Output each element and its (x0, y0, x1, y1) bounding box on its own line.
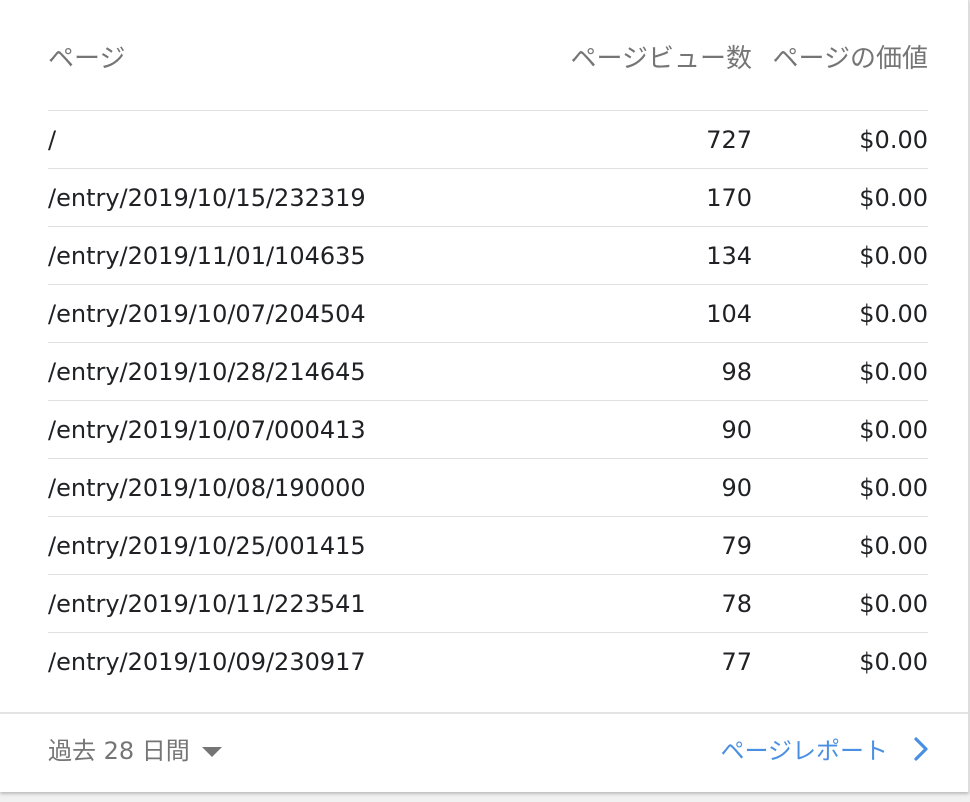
table-row: /entry/2019/11/01/104635 134 $0.00 (48, 227, 928, 285)
page-path-cell: /entry/2019/10/07/204504 (48, 300, 366, 328)
page-value-cell: $0.00 (859, 532, 928, 560)
page-value-cell: $0.00 (859, 126, 928, 154)
table-row: /entry/2019/10/25/001415 79 $0.00 (48, 517, 928, 575)
pageviews-cell: 727 (706, 126, 752, 154)
page-value-cell: $0.00 (859, 474, 928, 502)
top-pages-table: ページ ページビュー数 ページの価値 / 727 $0.00 /entry/20… (48, 0, 928, 690)
pageviews-cell: 134 (706, 242, 752, 270)
table-row: /entry/2019/10/11/223541 78 $0.00 (48, 575, 928, 633)
page-report-link[interactable]: ページレポート (720, 736, 928, 768)
table-row: / 727 $0.00 (48, 111, 928, 169)
page-path-cell: /entry/2019/10/08/190000 (48, 474, 366, 502)
caret-down-icon (201, 747, 222, 757)
table-row: /entry/2019/10/15/232319 170 $0.00 (48, 169, 928, 227)
pageviews-cell: 170 (706, 184, 752, 212)
page-value-cell: $0.00 (859, 416, 928, 444)
page-path-cell: /entry/2019/10/15/232319 (48, 184, 366, 212)
column-header-page: ページ (48, 44, 126, 74)
column-header-page-value: ページの価値 (772, 44, 928, 74)
page-path-cell: /entry/2019/11/01/104635 (48, 242, 366, 270)
table-row: /entry/2019/10/28/214645 98 $0.00 (48, 343, 928, 401)
page-value-cell: $0.00 (859, 590, 928, 618)
table-row: /entry/2019/10/07/000413 90 $0.00 (48, 401, 928, 459)
page-path-cell: /entry/2019/10/09/230917 (48, 648, 366, 676)
page-value-cell: $0.00 (859, 358, 928, 386)
page-path-cell: / (48, 126, 57, 154)
pageviews-cell: 90 (721, 416, 752, 444)
pageviews-cell: 78 (721, 590, 752, 618)
pageviews-cell: 79 (721, 532, 752, 560)
page-value-cell: $0.00 (859, 648, 928, 676)
page-path-cell: /entry/2019/10/28/214645 (48, 358, 366, 386)
page-report-label: ページレポート (720, 737, 888, 765)
page-path-cell: /entry/2019/10/07/000413 (48, 416, 366, 444)
page-value-cell: $0.00 (859, 242, 928, 270)
table-row: /entry/2019/10/07/204504 104 $0.00 (48, 285, 928, 343)
pageviews-cell: 90 (721, 474, 752, 502)
page-value-cell: $0.00 (859, 300, 928, 328)
date-range-dropdown[interactable]: 過去 28 日間 (48, 736, 222, 766)
page-path-cell: /entry/2019/10/25/001415 (48, 532, 366, 560)
pageviews-cell: 77 (721, 648, 752, 676)
column-header-pageviews: ページビュー数 (570, 44, 752, 74)
date-range-label: 過去 28 日間 (48, 737, 190, 765)
card-footer: 過去 28 日間 ページレポート (0, 712, 968, 794)
page-path-cell: /entry/2019/10/11/223541 (48, 590, 366, 618)
table-header: ページ ページビュー数 ページの価値 (48, 0, 928, 111)
chevron-right-icon (914, 736, 928, 768)
table-row: /entry/2019/10/08/190000 90 $0.00 (48, 459, 928, 517)
top-pages-card: ページ ページビュー数 ページの価値 / 727 $0.00 /entry/20… (0, 0, 969, 792)
page-value-cell: $0.00 (859, 184, 928, 212)
pageviews-cell: 98 (721, 358, 752, 386)
pageviews-cell: 104 (706, 300, 752, 328)
table-row: /entry/2019/10/09/230917 77 $0.00 (48, 633, 928, 690)
